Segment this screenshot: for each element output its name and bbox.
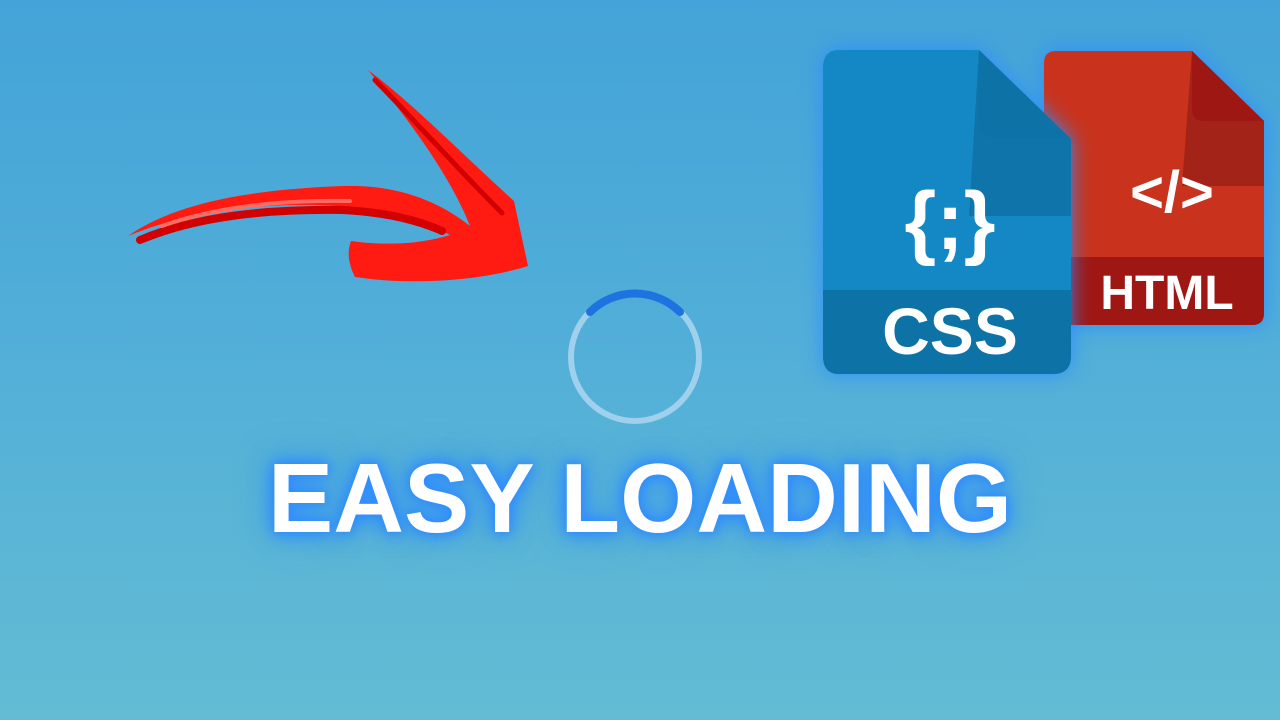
html-file-label: HTML bbox=[1100, 267, 1233, 320]
css-file-label: CSS bbox=[882, 294, 1018, 368]
css-file-icon: {;} CSS bbox=[823, 50, 1071, 374]
page-title: EASY LOADING bbox=[267, 443, 1013, 553]
red-arrow-icon bbox=[128, 70, 528, 282]
css-file-fold bbox=[979, 50, 1071, 139]
spinner-arc bbox=[586, 289, 684, 316]
loading-spinner-icon bbox=[568, 289, 702, 424]
html-file-symbol: </> bbox=[1130, 160, 1214, 225]
html-file-fold bbox=[1192, 51, 1264, 121]
css-file-symbol: {;} bbox=[904, 176, 995, 267]
